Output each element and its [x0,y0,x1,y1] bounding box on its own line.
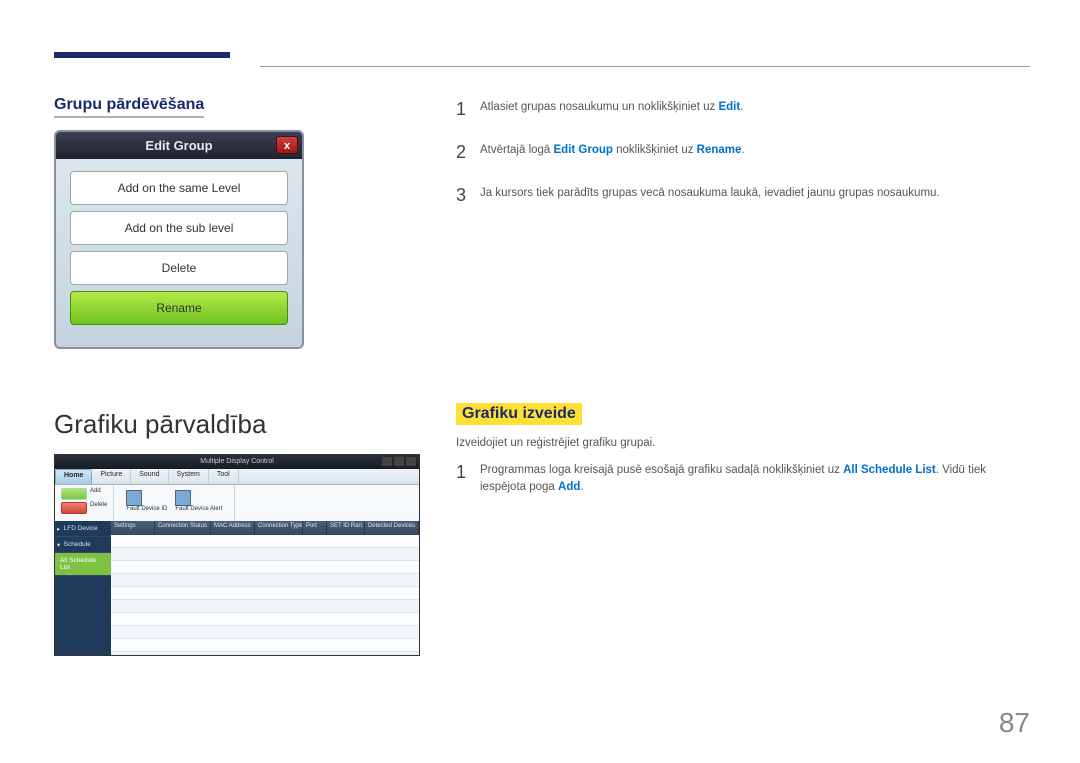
sidebar-item-schedule[interactable]: ▾ Schedule [55,537,111,553]
fault-device-id-icon[interactable] [126,490,142,506]
col-setid[interactable]: SET ID Ran... [327,521,365,535]
fault-id-label: Fault Device ID [126,506,167,512]
tab-picture[interactable]: Picture [92,469,131,484]
spacer [456,225,1030,403]
window-controls [382,457,416,466]
col-connection-status[interactable]: Connection Status [155,521,211,535]
page-number: 87 [999,707,1030,739]
app-titlebar: Multiple Display Control [55,455,419,469]
app-screenshot: Multiple Display Control Home Picture So… [54,454,420,656]
header-thick-rule [54,52,230,58]
table-row [111,639,419,652]
keyword-rename: Rename [697,144,742,156]
delete-ribbon-button[interactable] [61,502,87,514]
step-text: Atlasiet grupas nosaukumu un noklikšķini… [480,96,743,123]
left-column: Grupu pārdēvēšana Edit Group x Add on th… [54,96,420,656]
expand-icon: ▸ [57,525,60,533]
table-row [111,574,419,587]
step-pre: Atlasiet grupas nosaukumu un noklikšķini… [480,101,718,113]
step-pre: Programmas loga kreisajā pusē esošajā gr… [480,464,843,476]
delete-button[interactable]: Delete [70,251,288,285]
close-icon[interactable]: x [276,136,298,154]
content-columns: Grupu pārdēvēšana Edit Group x Add on th… [54,96,1030,656]
rename-button[interactable]: Rename [70,291,288,325]
step-number: 1 [456,459,470,497]
ribbon-tabs: Home Picture Sound System Tool [55,469,419,485]
table-row [111,561,419,574]
step-number: 3 [456,182,470,209]
table-body [111,535,419,655]
app-title-text: Multiple Display Control [200,458,274,465]
heading-schedule-management: Grafiku pārvaldība [54,409,420,440]
step-text: Programmas loga kreisajā pusē esošajā gr… [480,459,1030,497]
step-number: 2 [456,139,470,166]
minimize-icon[interactable] [382,457,392,466]
right-column: 1 Atlasiet grupas nosaukumu un noklikšķi… [456,96,1030,656]
sidebar-lfd-label: LFD Device [64,525,98,532]
app-table: Settings Connection Status MAC Address C… [111,521,419,655]
col-settings[interactable]: Settings [111,521,155,535]
header-thin-rule [260,66,1030,67]
close-window-icon[interactable] [406,457,416,466]
keyword-edit: Edit [718,101,740,113]
tab-tool[interactable]: Tool [209,469,239,484]
step-text: Ja kursors tiek parādīts grupas vecā nos… [480,182,940,209]
table-header-row: Settings Connection Status MAC Address C… [111,521,419,535]
create-step-1: 1 Programmas loga kreisajā pusē esošajā … [456,459,1030,497]
step-post: . [580,481,583,493]
fault-device-alert-icon[interactable] [175,490,191,506]
add-same-level-button[interactable]: Add on the same Level [70,171,288,205]
add-sub-level-button[interactable]: Add on the sub level [70,211,288,245]
step-post: . [740,101,743,113]
col-connection-type[interactable]: Connection Type [255,521,303,535]
step-post: . [741,144,744,156]
keyword-add: Add [558,481,580,493]
tab-home[interactable]: Home [55,469,92,484]
ribbon-body: Add Delete Fault Device ID [55,485,419,521]
rename-step-2: 2 Atvērtajā logā Edit Group noklikšķinie… [456,139,1030,166]
dialog-body: Add on the same Level Add on the sub lev… [56,159,302,347]
rename-step-1: 1 Atlasiet grupas nosaukumu un noklikšķi… [456,96,1030,123]
tab-sound[interactable]: Sound [131,469,168,484]
table-row [111,626,419,639]
step-text: Atvērtajā logā Edit Group noklikšķiniet … [480,139,745,166]
keyword-all-schedule-list: All Schedule List [843,464,936,476]
app-sidebar: ▸ LFD Device ▾ Schedule All Schedule Lis… [55,521,111,655]
delete-ribbon-label: Delete [90,502,107,514]
col-detected[interactable]: Detected Devices [365,521,419,535]
app-body: ▸ LFD Device ▾ Schedule All Schedule Lis… [55,521,419,655]
fault-alert-label: Fault Device Alert [175,506,222,512]
dialog-titlebar: Edit Group x [56,132,302,159]
step-number: 1 [456,96,470,123]
col-port[interactable]: Port [303,521,327,535]
heading-schedule-create: Grafiku izveide [456,403,582,425]
keyword-edit-group: Edit Group [554,144,613,156]
schedule-intro: Izveidojiet un reģistrējiet grafiku grup… [456,437,1030,449]
add-ribbon-button[interactable] [61,488,87,500]
sidebar-item-lfd[interactable]: ▸ LFD Device [55,521,111,537]
ribbon-group-edit: Add Delete [55,485,114,521]
step-pre: Atvērtajā logā [480,144,554,156]
table-row [111,600,419,613]
sidebar-schedule-label: Schedule [64,541,91,548]
ribbon-group-fault: Fault Device ID Fault Device Alert [114,485,235,521]
dialog-title-text: Edit Group [145,138,212,153]
col-mac[interactable]: MAC Address [211,521,255,535]
table-row [111,535,419,548]
edit-group-dialog: Edit Group x Add on the same Level Add o… [54,130,304,349]
table-row [111,587,419,600]
table-row [111,613,419,626]
maximize-icon[interactable] [394,457,404,466]
rename-step-3: 3 Ja kursors tiek parādīts grupas vecā n… [456,182,1030,209]
sidebar-item-all-schedule-list[interactable]: All Schedule List [55,553,111,576]
tab-system[interactable]: System [169,469,209,484]
add-ribbon-label: Add [90,488,101,500]
collapse-icon: ▾ [57,541,60,549]
step-mid: noklikšķiniet uz [613,144,697,156]
heading-group-rename: Grupu pārdēvēšana [54,96,204,118]
table-row [111,548,419,561]
